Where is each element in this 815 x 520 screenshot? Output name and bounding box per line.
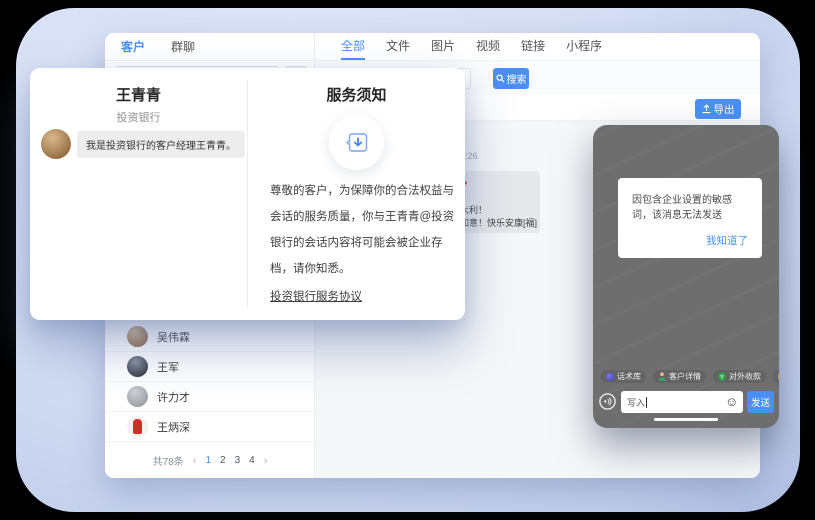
page-number[interactable]: 4 xyxy=(249,455,255,466)
contact-list: 吴伟霖 王军 许力才 王炳深 xyxy=(105,321,314,442)
pill-label: 话术库 xyxy=(617,371,641,382)
profile-avatar xyxy=(41,129,71,159)
archive-bubble-icon xyxy=(329,115,384,170)
text-caret xyxy=(646,397,647,408)
avatar xyxy=(127,386,148,407)
profile-name: 王青青 xyxy=(30,84,247,105)
avatar xyxy=(127,416,148,437)
profile-org: 投资银行 xyxy=(30,109,247,125)
avatar xyxy=(127,356,148,377)
emoji-icon[interactable]: ☺ xyxy=(725,394,738,409)
contact-name: 许力才 xyxy=(157,389,190,405)
page-number[interactable]: 3 xyxy=(235,455,241,466)
page-number[interactable]: 2 xyxy=(220,455,226,466)
profile-section: 王青青 投资银行 我是投资银行的客户经理王青青。 xyxy=(30,68,247,320)
stage: 客户 群聊 吴伟霖 王军 xyxy=(0,0,815,520)
tab-images[interactable]: 图片 xyxy=(431,33,455,60)
export-button[interactable]: 导出 xyxy=(695,99,741,119)
voice-input-icon[interactable] xyxy=(599,393,616,410)
service-agreement-link[interactable]: 投资银行服务协议 xyxy=(270,288,362,304)
pill-label: 对外收款 xyxy=(729,371,761,382)
script-library-icon xyxy=(606,373,614,381)
pagination: 共78条 ‹ 1 2 3 4 › xyxy=(105,453,315,468)
contact-row[interactable]: 吴伟霖 xyxy=(105,322,314,352)
prev-page-button[interactable]: ‹ xyxy=(193,455,197,467)
contact-name: 王炳深 xyxy=(157,419,190,435)
notice-title: 服务须知 xyxy=(248,84,465,105)
quick-reply-button[interactable]: 快捷回复 xyxy=(772,369,779,384)
home-indicator xyxy=(654,418,718,422)
modal-message: 因包含企业设置的敏感词，该消息无法发送 xyxy=(618,178,762,223)
quick-reply-icon xyxy=(778,373,779,381)
service-notice-card: 王青青 投资银行 我是投资银行的客户经理王青青。 服务须知 尊敬的客户，为保障你… xyxy=(30,68,465,320)
script-library-button[interactable]: 话术库 xyxy=(600,369,647,384)
tab-miniprograms[interactable]: 小程序 xyxy=(566,33,602,60)
contact-row[interactable]: 王军 xyxy=(105,352,314,382)
export-button-label: 导出 xyxy=(714,102,735,117)
collect-payment-button[interactable]: 对外收款 xyxy=(712,369,767,384)
pagination-total: 共78条 xyxy=(153,453,184,468)
message-composer: 写入 ☺ 发送 xyxy=(598,391,774,413)
export-icon xyxy=(702,104,711,114)
tab-all[interactable]: 全部 xyxy=(341,33,365,60)
hero-background: 客户 群聊 吴伟霖 王军 xyxy=(16,8,800,512)
contact-name: 吴伟霖 xyxy=(157,329,190,345)
notice-section: 服务须知 尊敬的客户，为保障你的合法权益与会话的服务质量，你与王青青@投资银行的… xyxy=(248,68,465,320)
notice-body: 尊敬的客户，为保障你的合法权益与会话的服务质量，你与王青青@投资银行的会话内容将… xyxy=(270,178,456,282)
next-page-button[interactable]: › xyxy=(264,455,268,467)
search-icon xyxy=(496,74,505,83)
sensitive-word-modal: 因包含企业设置的敏感词，该消息无法发送 我知道了 xyxy=(618,178,762,258)
draft-text: 写入 xyxy=(627,396,645,409)
mobile-chat-panel: 因包含企业设置的敏感词，该消息无法发送 我知道了 话术库 客户详情 对外收款 xyxy=(593,125,779,428)
modal-confirm-button[interactable]: 我知道了 xyxy=(706,233,748,248)
chat-toolbar: 话术库 客户详情 对外收款 快捷回复 xyxy=(600,369,772,384)
avatar xyxy=(127,326,148,347)
intro-message-bubble: 我是投资银行的客户经理王青青。 xyxy=(77,131,245,158)
content-tabs: 全部 文件 图片 视频 链接 小程序 xyxy=(315,33,760,61)
contact-row[interactable]: 许力才 xyxy=(105,382,314,412)
search-button-label: 搜索 xyxy=(507,71,527,86)
tab-group-chats[interactable]: 群聊 xyxy=(171,38,195,55)
pill-label: 客户详情 xyxy=(669,371,701,382)
person-icon xyxy=(658,372,666,381)
tab-customers[interactable]: 客户 xyxy=(121,38,145,55)
tab-files[interactable]: 文件 xyxy=(386,33,410,60)
sidebar-tabs: 客户 群聊 xyxy=(105,33,314,61)
contact-name: 王军 xyxy=(157,359,179,375)
shield-icon xyxy=(718,372,726,381)
customer-details-button[interactable]: 客户详情 xyxy=(652,369,707,384)
send-button[interactable]: 发送 xyxy=(747,391,774,413)
tab-links[interactable]: 链接 xyxy=(521,33,545,60)
search-button[interactable]: 搜索 xyxy=(493,68,529,89)
contact-row[interactable]: 王炳深 xyxy=(105,412,314,442)
tab-videos[interactable]: 视频 xyxy=(476,33,500,60)
page-number[interactable]: 1 xyxy=(205,455,211,466)
